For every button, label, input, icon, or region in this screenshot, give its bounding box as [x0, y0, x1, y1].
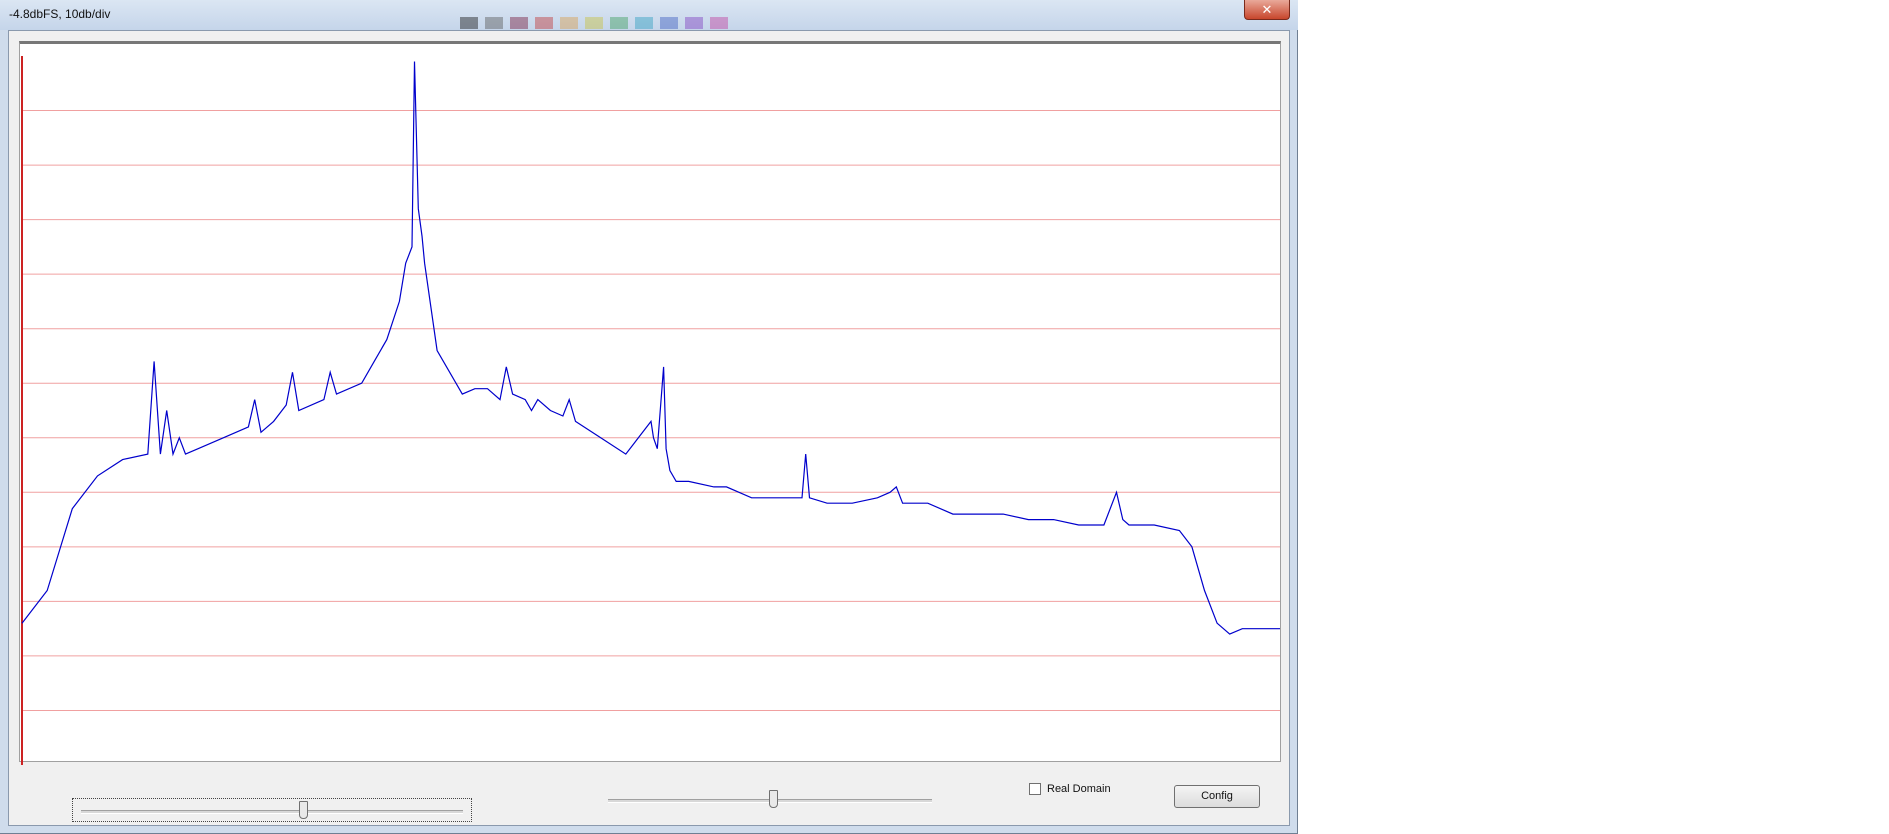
spectrum-plot [19, 41, 1281, 765]
spectrum-chart [21, 56, 1280, 765]
left-slider-thumb[interactable] [298, 801, 308, 819]
spectrum-window: -4.8dbFS, 10db/div ✕ Real Domain Config [0, 0, 1298, 834]
color-swatch[interactable] [460, 17, 478, 29]
window-title: -4.8dbFS, 10db/div [9, 7, 111, 21]
color-swatch[interactable] [660, 17, 678, 29]
real-domain-label: Real Domain [1047, 783, 1111, 795]
title-bar[interactable]: -4.8dbFS, 10db/div ✕ [0, 0, 1298, 30]
close-button[interactable]: ✕ [1244, 0, 1290, 20]
color-swatch[interactable] [585, 17, 603, 29]
color-swatch[interactable] [510, 17, 528, 29]
color-swatch[interactable] [560, 17, 578, 29]
color-swatch[interactable] [485, 17, 503, 29]
color-swatch[interactable] [635, 17, 653, 29]
real-domain-checkbox[interactable] [1029, 783, 1041, 795]
config-button[interactable]: Config [1174, 785, 1260, 808]
color-swatch-row [460, 17, 735, 29]
left-slider[interactable] [72, 798, 472, 822]
color-swatch[interactable] [535, 17, 553, 29]
spectrum-trace [21, 61, 1280, 635]
grid-lines [22, 110, 1280, 711]
color-swatch[interactable] [685, 17, 703, 29]
center-slider-thumb[interactable] [768, 790, 778, 808]
color-swatch[interactable] [610, 17, 628, 29]
color-swatch[interactable] [710, 17, 728, 29]
real-domain-option[interactable]: Real Domain [1029, 783, 1111, 795]
center-slider[interactable] [600, 788, 940, 812]
left-slider-track [81, 810, 463, 814]
